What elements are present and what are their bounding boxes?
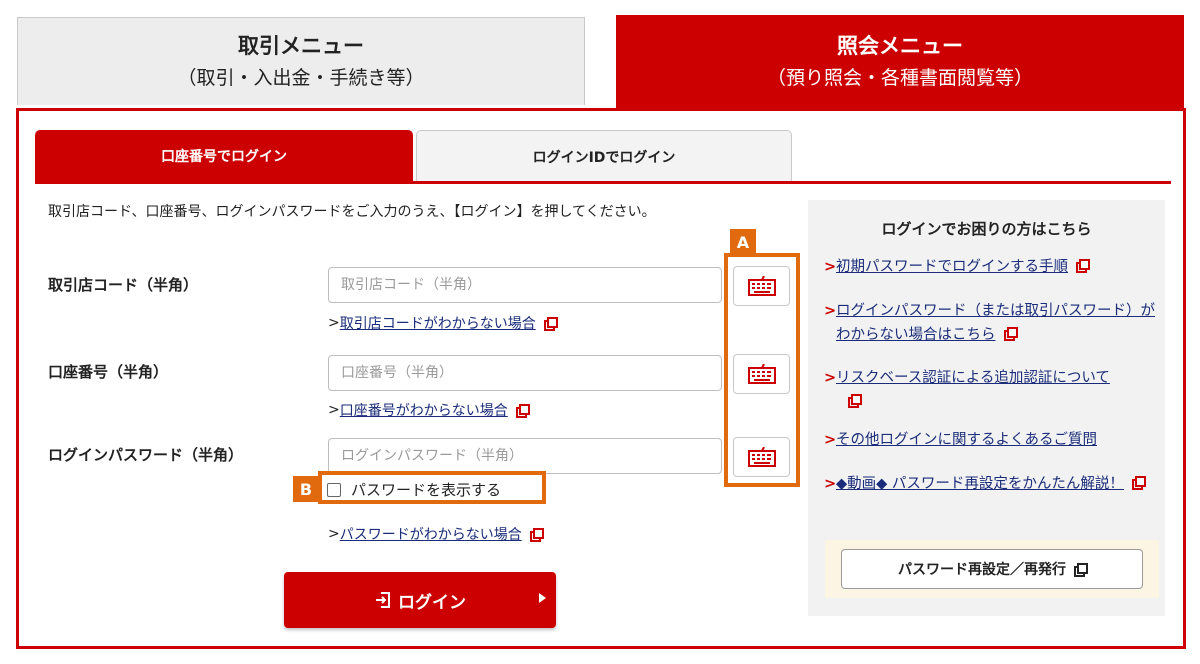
tab-inquiry-title: 照会メニュー bbox=[837, 33, 963, 58]
help-link-text: ログインパスワード（または取引パスワード）がわからない場合はこちら bbox=[836, 303, 1155, 343]
help-prefix: > bbox=[328, 402, 340, 418]
branch-code-input[interactable] bbox=[328, 267, 722, 303]
tab-trade-menu[interactable]: 取引メニュー （取引・入出金・手続き等） bbox=[17, 17, 585, 105]
login-button[interactable]: ログイン bbox=[284, 572, 556, 628]
external-link-icon bbox=[1076, 259, 1090, 273]
help-link-text: その他ログインに関するよくあるご質問 bbox=[836, 432, 1097, 448]
password-input[interactable] bbox=[328, 438, 722, 474]
tab-trade-title: 取引メニュー bbox=[238, 33, 364, 58]
external-link-icon bbox=[515, 404, 530, 418]
password-help-text: パスワードがわからない場合 bbox=[339, 527, 522, 543]
help-link-forgot-password[interactable]: > ログインパスワード（または取引パスワード）がわからない場合はこちら bbox=[824, 299, 1160, 347]
branch-code-help-text: 取引店コードがわからない場合 bbox=[339, 316, 536, 332]
password-reset-label: パスワード再設定／再発行 bbox=[898, 562, 1066, 578]
help-link-text: リスクベース認証による追加認証について bbox=[836, 370, 1110, 386]
tab-login-id[interactable]: ログインIDでログイン bbox=[416, 130, 792, 182]
password-label: ログインパスワード（半角） bbox=[48, 446, 244, 464]
chevron-right-icon: > bbox=[824, 303, 837, 319]
branch-code-help-link[interactable]: > 取引店コードがわからない場合 bbox=[328, 313, 558, 333]
chevron-right-icon: > bbox=[824, 259, 837, 275]
external-link-icon bbox=[543, 317, 558, 331]
account-number-label: 口座番号（半角） bbox=[48, 363, 169, 381]
instruction-text: 取引店コード、口座番号、ログインパスワードをご入力のうえ、【ログイン】を押してく… bbox=[48, 204, 656, 220]
tab-underline bbox=[35, 181, 1171, 184]
tab-inquiry-menu[interactable]: 照会メニュー （預り照会・各種書面閲覧等） bbox=[616, 15, 1184, 108]
annotation-label-b: B bbox=[293, 476, 319, 502]
help-link-initial-password[interactable]: > 初期パスワードでログインする手順 bbox=[824, 255, 1160, 279]
help-link-text: 初期パスワードでログインする手順 bbox=[836, 259, 1068, 275]
account-number-help-link[interactable]: > 口座番号がわからない場合 bbox=[328, 400, 530, 420]
tab-inquiry-subtitle: （預り照会・各種書面閲覧等） bbox=[766, 66, 1033, 89]
password-help-link[interactable]: > パスワードがわからない場合 bbox=[328, 524, 544, 544]
chevron-right-icon: > bbox=[824, 370, 837, 386]
chevron-right-icon: > bbox=[824, 476, 837, 492]
help-link-risk-based-auth[interactable]: > リスクベース認証による追加認証について bbox=[824, 366, 1160, 414]
account-number-input[interactable] bbox=[328, 355, 722, 391]
help-prefix: > bbox=[328, 315, 340, 331]
help-link-text: ◆動画◆ パスワード再設定をかんたん解説！ bbox=[836, 476, 1124, 492]
tab-trade-subtitle: （取引・入出金・手続き等） bbox=[177, 66, 425, 89]
external-link-icon bbox=[848, 394, 862, 408]
login-button-label: ログイン bbox=[398, 592, 466, 613]
account-number-help-text: 口座番号がわからない場合 bbox=[339, 403, 508, 419]
branch-code-label: 取引店コード（半角） bbox=[48, 276, 199, 294]
external-link-icon bbox=[1003, 327, 1018, 341]
help-link-faq[interactable]: > その他ログインに関するよくあるご質問 bbox=[824, 428, 1160, 452]
external-link-icon bbox=[1074, 563, 1088, 577]
annotation-box-b bbox=[318, 471, 546, 504]
tab-account-login[interactable]: 口座番号でログイン bbox=[35, 130, 413, 182]
external-link-icon bbox=[529, 528, 544, 542]
play-arrow-icon bbox=[539, 593, 546, 603]
password-reset-button[interactable]: パスワード再設定／再発行 bbox=[841, 549, 1143, 589]
help-prefix: > bbox=[328, 526, 340, 542]
chevron-right-icon: > bbox=[824, 432, 837, 448]
login-icon bbox=[376, 592, 390, 608]
external-link-icon bbox=[1131, 476, 1146, 490]
annotation-label-a: A bbox=[730, 229, 756, 255]
help-panel-title: ログインでお困りの方はこちら bbox=[881, 220, 1092, 238]
annotation-box-a bbox=[724, 253, 800, 487]
help-link-video[interactable]: > ◆動画◆ パスワード再設定をかんたん解説！ bbox=[824, 472, 1160, 496]
